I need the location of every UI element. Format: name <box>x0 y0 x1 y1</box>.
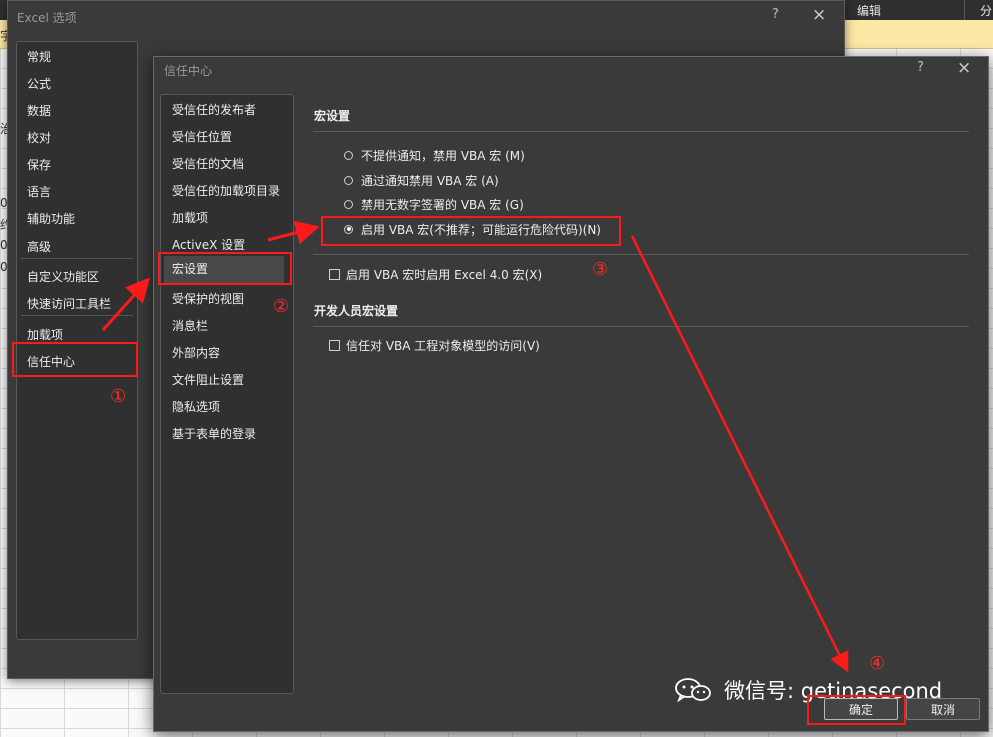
arrow-1 <box>101 277 151 332</box>
arrow-2 <box>267 220 320 245</box>
annotation-arrows <box>101 220 849 673</box>
arrow-3 <box>630 235 849 673</box>
